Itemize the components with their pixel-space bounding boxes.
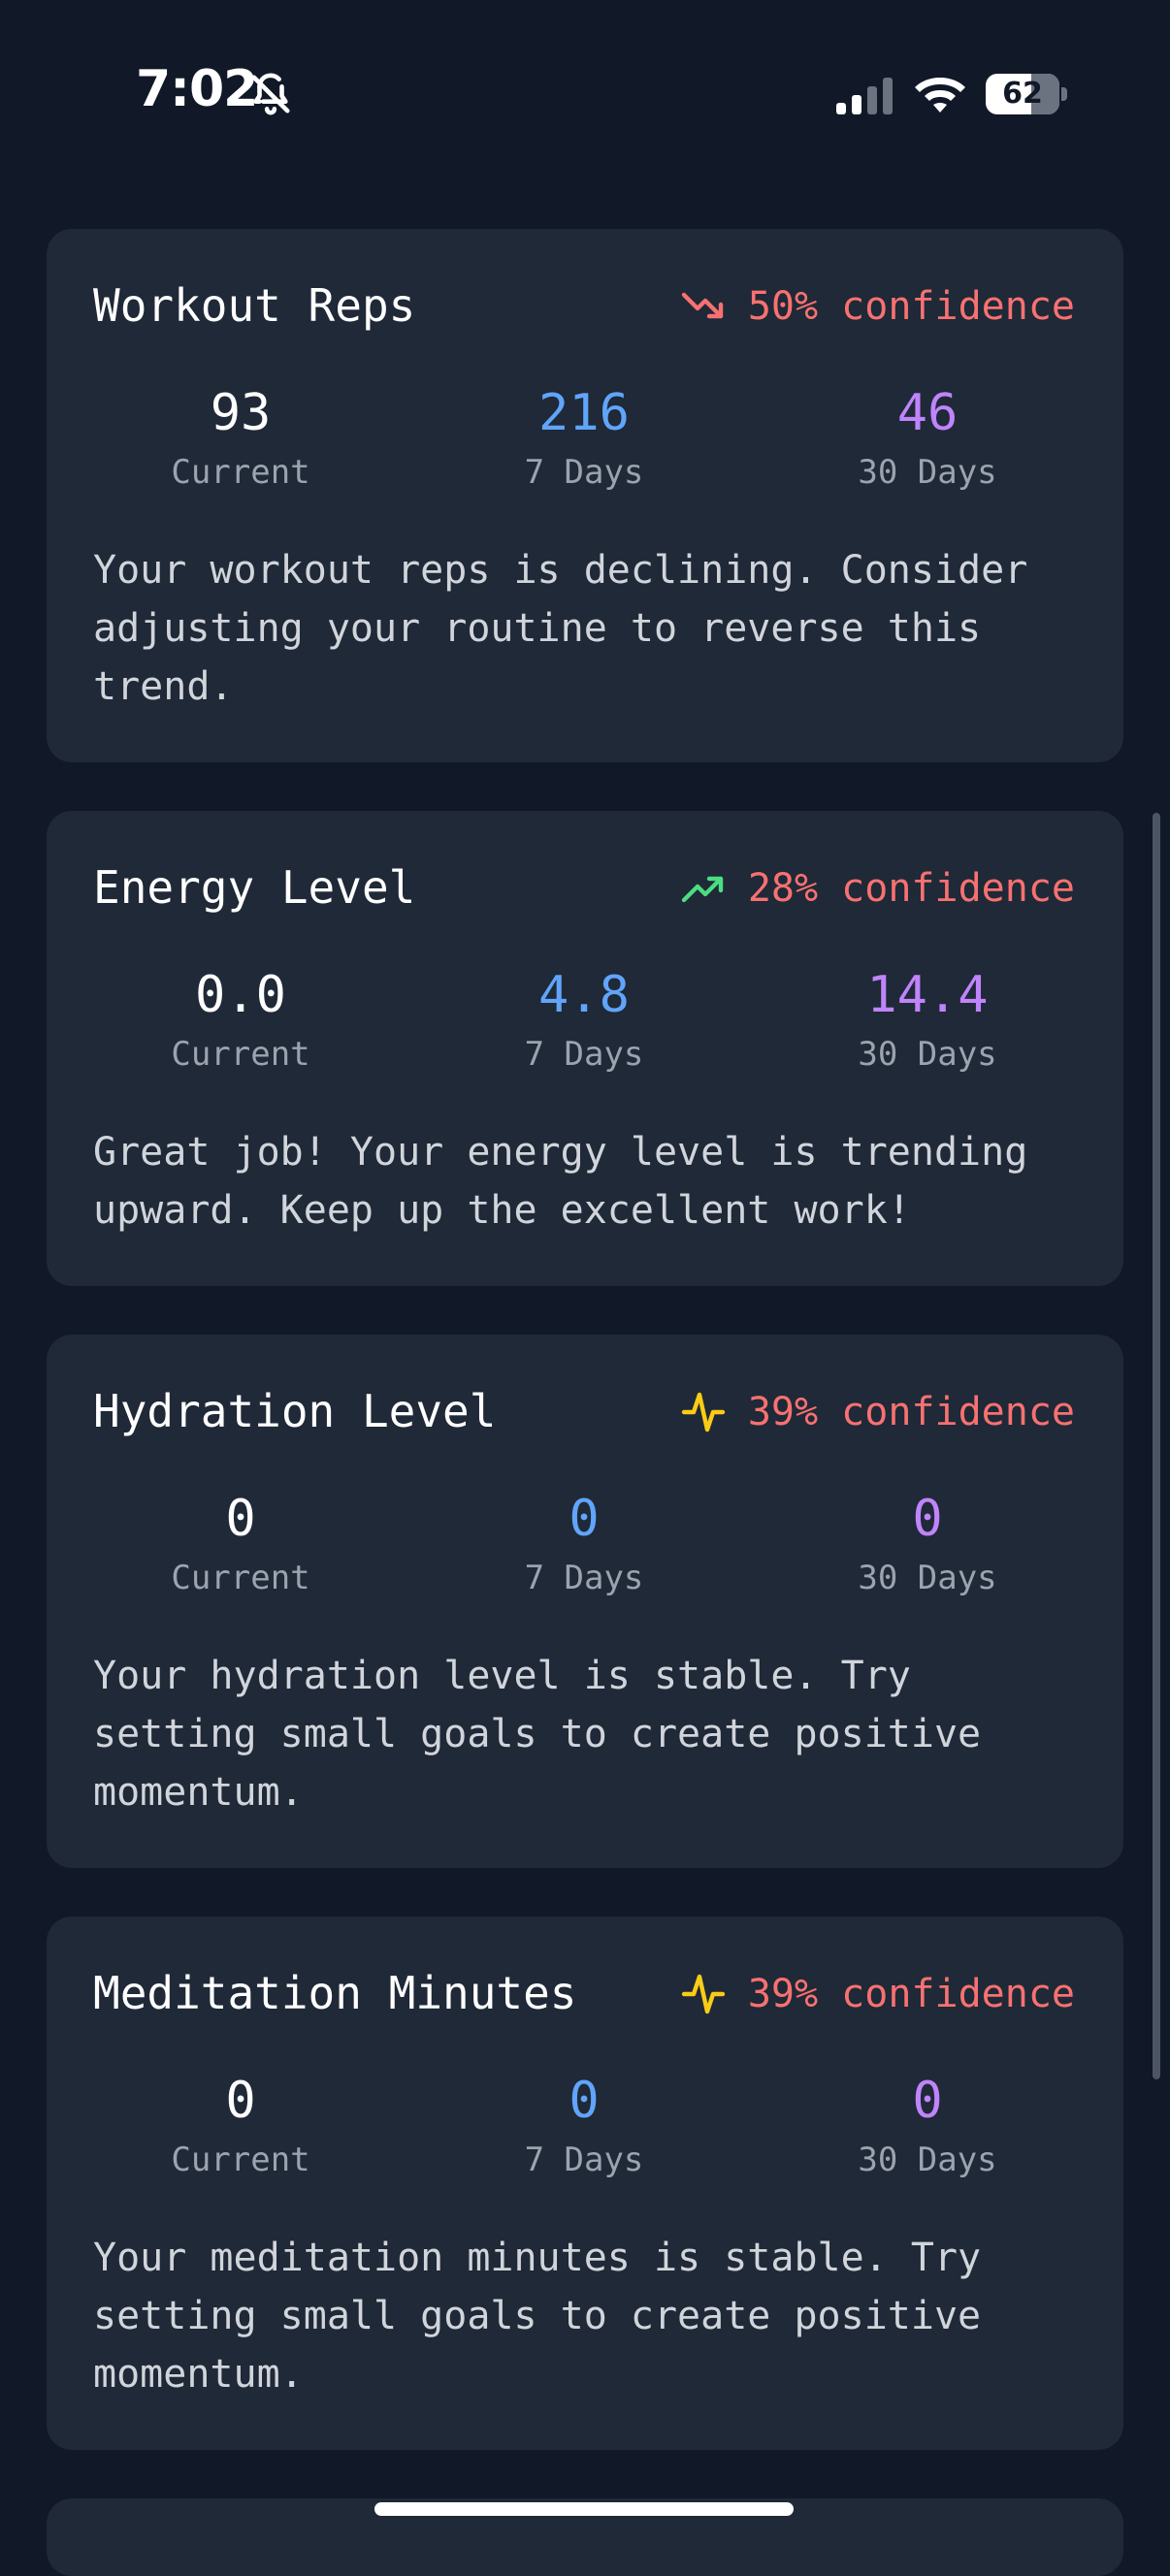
metric-30-days-value: 46: [896, 384, 959, 442]
metric-30-days-label: 30 Days: [858, 2141, 997, 2179]
metric-7-days-label: 7 Days: [524, 453, 644, 492]
activity-pulse-icon: [680, 1389, 727, 1435]
trending-up-icon: [680, 865, 727, 912]
card-message: Great job! Your energy level is trending…: [93, 1130, 1028, 1233]
metric-30-days-value: 0: [912, 1490, 943, 1548]
bell-slash-icon: [248, 72, 293, 116]
metric-30-days-label: 30 Days: [858, 1559, 997, 1597]
card-message: Your meditation minutes is stable. Try s…: [93, 2236, 982, 2397]
metric-30-days: 14.4 30 Days: [782, 964, 1073, 1079]
metric-current: 0 Current: [95, 2070, 386, 2184]
confidence-badge: 39% confidence: [680, 1971, 1075, 2017]
metric-current-label: Current: [171, 453, 310, 492]
metric-current-value: 0.0: [195, 966, 286, 1024]
battery-body: 62: [986, 74, 1059, 114]
wifi-icon: [914, 72, 966, 114]
metric-30-days-value: 0: [912, 2072, 943, 2130]
metric-current: 0.0 Current: [95, 964, 386, 1079]
trending-down-icon: [680, 283, 727, 330]
confidence-text: 50% confidence: [747, 284, 1075, 329]
metric-7-days-label: 7 Days: [524, 1035, 644, 1074]
confidence-badge: 28% confidence: [680, 865, 1075, 912]
metric-7-days: 216 7 Days: [439, 382, 730, 497]
metric-7-days: 0 7 Days: [439, 2070, 730, 2184]
metric-current-value: 93: [210, 384, 272, 442]
metric-30-days: 46 30 Days: [782, 382, 1073, 497]
metric-current: 0 Current: [95, 1488, 386, 1602]
cellular-signal-icon: [836, 78, 894, 114]
confidence-badge: 50% confidence: [680, 283, 1075, 330]
insight-card-energy-level[interactable]: Energy Level 28% confidence 0.0 Current …: [47, 811, 1123, 1286]
card-message: Your workout reps is declining. Consider…: [93, 548, 1028, 709]
card-title: Hydration Level: [93, 1385, 497, 1437]
metric-current-label: Current: [171, 2141, 310, 2179]
confidence-text: 39% confidence: [747, 1390, 1075, 1434]
battery-level: 62: [1002, 77, 1043, 111]
card-title: Meditation Minutes: [93, 1967, 577, 2019]
metric-30-days-value: 14.4: [866, 966, 989, 1024]
card-message: Your hydration level is stable. Try sett…: [93, 1654, 982, 1815]
battery-icon: 62: [986, 74, 1067, 114]
insight-card-hydration-level[interactable]: Hydration Level 39% confidence 0 Current…: [47, 1335, 1123, 1868]
status-time: 7:02: [136, 60, 258, 118]
metric-current-label: Current: [171, 1035, 310, 1074]
metrics-row: 93 Current 216 7 Days 46 30 Days: [47, 382, 1123, 499]
insight-card-meditation-minutes[interactable]: Meditation Minutes 39% confidence 0 Curr…: [47, 1916, 1123, 2450]
metric-30-days-label: 30 Days: [858, 1035, 997, 1074]
metric-7-days-label: 7 Days: [524, 1559, 644, 1597]
metric-current-value: 0: [225, 1490, 256, 1548]
metric-30-days: 0 30 Days: [782, 2070, 1073, 2184]
confidence-text: 39% confidence: [747, 1972, 1075, 2016]
metrics-row: 0 Current 0 7 Days 0 30 Days: [47, 1488, 1123, 1604]
home-indicator[interactable]: [374, 2502, 794, 2516]
metric-30-days-label: 30 Days: [858, 453, 997, 492]
scrollbar-thumb[interactable]: [1153, 813, 1160, 2079]
metrics-row: 0 Current 0 7 Days 0 30 Days: [47, 2070, 1123, 2186]
battery-tip: [1061, 87, 1067, 101]
card-title: Workout Reps: [93, 279, 416, 332]
metric-7-days: 4.8 7 Days: [439, 964, 730, 1079]
metric-7-days-value: 0: [569, 1490, 600, 1548]
metric-7-days-value: 0: [569, 2072, 600, 2130]
metric-7-days-value: 4.8: [538, 966, 630, 1024]
metric-7-days-value: 216: [538, 384, 630, 442]
metric-7-days: 0 7 Days: [439, 1488, 730, 1602]
metric-current-value: 0: [225, 2072, 256, 2130]
insight-card-workout-reps[interactable]: Workout Reps 50% confidence 93 Current 2…: [47, 229, 1123, 762]
metrics-row: 0.0 Current 4.8 7 Days 14.4 30 Days: [47, 964, 1123, 1080]
status-bar: 7:02 62: [0, 0, 1170, 194]
activity-pulse-icon: [680, 1971, 727, 2017]
metric-7-days-label: 7 Days: [524, 2141, 644, 2179]
metric-current-label: Current: [171, 1559, 310, 1597]
metric-30-days: 0 30 Days: [782, 1488, 1073, 1602]
confidence-text: 28% confidence: [747, 866, 1075, 911]
card-title: Energy Level: [93, 861, 416, 914]
metric-current: 93 Current: [95, 382, 386, 497]
confidence-badge: 39% confidence: [680, 1389, 1075, 1435]
